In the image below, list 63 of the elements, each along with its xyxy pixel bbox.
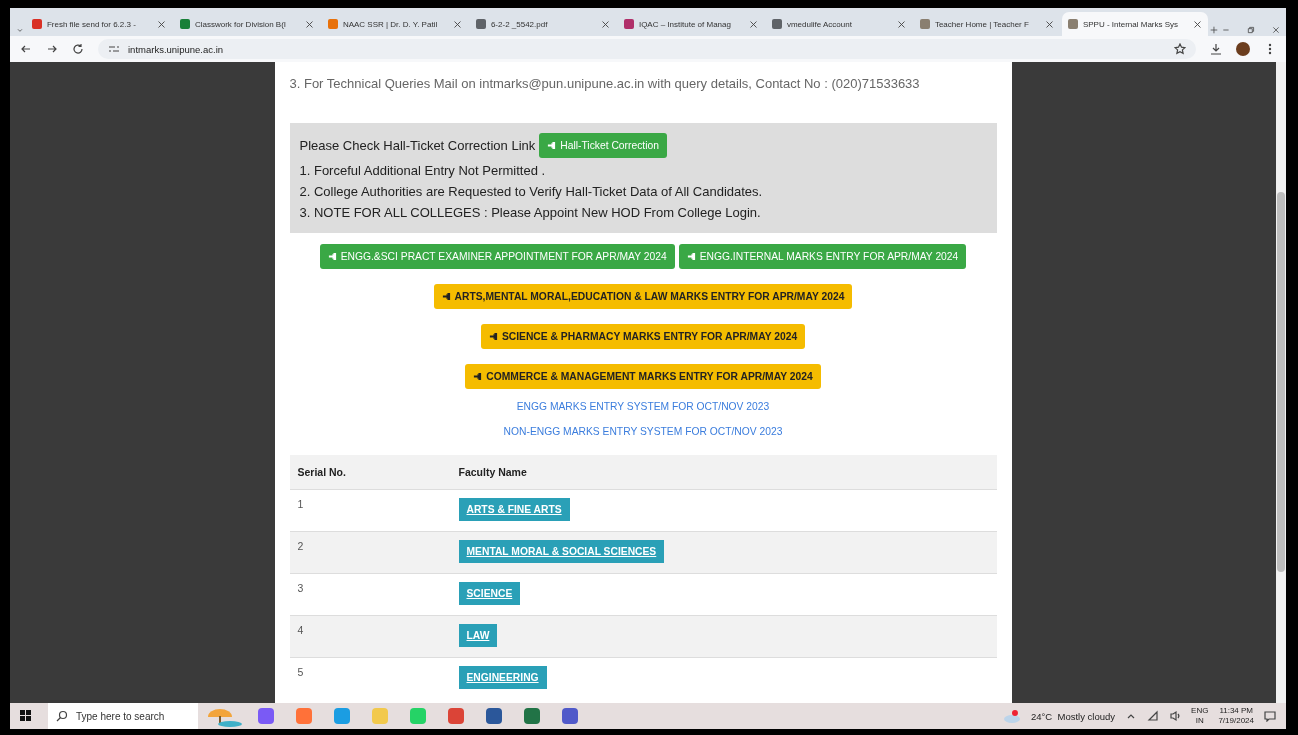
column-header: Faculty Name	[450, 455, 997, 490]
close-icon[interactable]	[1044, 19, 1054, 29]
browser-tab[interactable]: 6-2-2 _5542.pdf	[469, 12, 616, 36]
clock-date[interactable]: 7/19/2024	[1218, 716, 1254, 726]
marks-entry-link[interactable]: ENGG MARKS ENTRY SYSTEM FOR OCT/NOV 2023	[289, 401, 997, 412]
serial-cell: 2	[289, 531, 451, 574]
forward-arrow-icon[interactable]	[46, 43, 58, 55]
notice-item: 1. Forceful Additional Entry Not Permitted .	[299, 162, 547, 179]
scrollbar[interactable]	[1276, 62, 1286, 703]
close-icon[interactable]	[304, 19, 314, 29]
close-icon[interactable]	[1272, 24, 1280, 36]
search-icon[interactable]	[56, 710, 68, 722]
address-bar[interactable]: intmarks.unipune.ac.in	[98, 39, 1196, 59]
close-icon[interactable]	[748, 19, 758, 29]
browser-tab[interactable]: Fresh file send for 6.2.3 -	[25, 12, 172, 36]
browser-tab[interactable]: SPPU - Internal Marks Sys	[1061, 12, 1208, 36]
marks-entry-button[interactable]: COMMERCE & MANAGEMENT MARKS ENTRY FOR APR/MAY 2024	[465, 364, 821, 389]
sign-in-icon	[473, 372, 483, 381]
sign-in-icon	[488, 332, 498, 341]
browser-tab[interactable]: IQAC – Institute of Manag	[617, 12, 764, 36]
contact-info-text: 3. For Technical Queries Mail on intmarks@pun.unipune.ac.in with query details, Contact No : (020)71533633	[289, 76, 921, 91]
language-text[interactable]: ENG	[1191, 706, 1209, 716]
serial-cell: 4	[289, 615, 451, 658]
notice-text: Please Check Hall-Ticket Correction Link	[299, 137, 536, 154]
close-icon[interactable]	[600, 19, 610, 29]
sign-in-icon	[686, 252, 696, 261]
sign-in-icon	[441, 292, 451, 301]
serial-cell: 3	[289, 573, 451, 616]
marks-entry-button[interactable]: ARTS,MENTAL MORAL,EDUCATION & LAW MARKS ENTRY FOR APR/MAY 2024	[433, 284, 853, 309]
close-icon[interactable]	[896, 19, 906, 29]
avatar-icon[interactable]	[1236, 42, 1250, 56]
close-icon[interactable]	[156, 19, 166, 29]
cloud-icon	[1003, 709, 1021, 723]
browser-tab[interactable]: Teacher Home | Teacher F	[913, 12, 1060, 36]
weather-text: 24°C Mostly cloudy	[1031, 710, 1116, 722]
browser-tab[interactable]: Classwork for Division B(I	[173, 12, 320, 36]
windows-start-icon[interactable]	[20, 710, 32, 722]
notification-icon[interactable]	[1264, 710, 1276, 722]
browser-tab[interactable]: vmedulife Account	[765, 12, 912, 36]
column-header: Serial No.	[289, 455, 451, 490]
taskbar-app-icon[interactable]	[562, 708, 578, 724]
sign-in-icon	[547, 141, 557, 150]
region-text[interactable]: IN	[1195, 716, 1204, 726]
speaker-icon[interactable]	[1169, 710, 1182, 722]
marks-entry-button[interactable]: SCIENCE & PHARMACY MARKS ENTRY FOR APR/MAY 2024	[480, 324, 806, 349]
plus-icon[interactable]	[1209, 24, 1218, 36]
marks-entry-link[interactable]: NON-ENGG MARKS ENTRY SYSTEM FOR OCT/NOV 2023	[289, 426, 997, 437]
taskbar-app-icon[interactable]	[524, 708, 540, 724]
star-icon[interactable]	[1174, 43, 1186, 55]
browser-tab[interactable]: NAAC SSR | Dr. D. Y. Patil	[321, 12, 468, 36]
serial-cell: 1	[289, 489, 451, 532]
clock-time[interactable]: 11:34 PM	[1219, 706, 1254, 716]
close-icon[interactable]	[452, 19, 462, 29]
taskbar-search-field[interactable]: Type here to search	[48, 703, 198, 729]
taskbar-app-icon[interactable]	[486, 708, 502, 724]
notice-item: 3. NOTE FOR ALL COLLEGES : Please Appoint New HOD From College Login.	[299, 204, 762, 221]
reload-icon[interactable]	[72, 43, 84, 55]
back-arrow-icon[interactable]	[20, 43, 32, 55]
sign-in-icon	[327, 252, 337, 261]
close-icon[interactable]	[1192, 19, 1202, 29]
restore-icon[interactable]	[1246, 24, 1255, 36]
download-icon[interactable]	[1210, 43, 1222, 55]
notice-item: 2. College Authorities are Requested to Verify Hall-Ticket Data of All Candidates.	[299, 183, 764, 200]
